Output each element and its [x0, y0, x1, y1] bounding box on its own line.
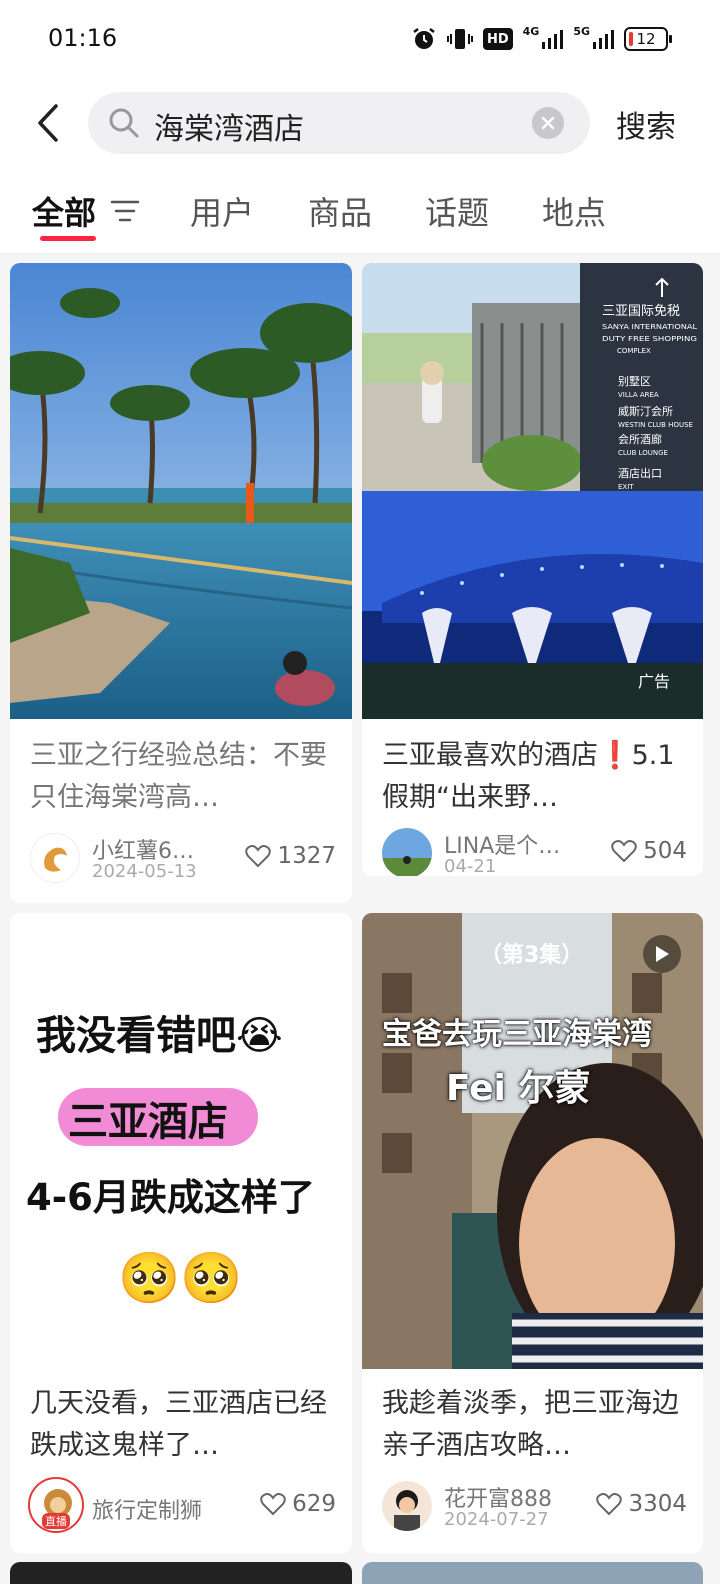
tab-topics[interactable]: 话题 — [425, 188, 489, 234]
play-icon[interactable] — [643, 935, 681, 973]
tab-places[interactable]: 地点 — [542, 188, 606, 234]
like-button[interactable]: 1327 — [245, 843, 336, 869]
avatar[interactable] — [382, 1481, 432, 1531]
clear-search-button[interactable] — [532, 107, 564, 139]
signal-4g-label: 4G — [522, 25, 540, 38]
heart-icon — [260, 1493, 286, 1516]
note-card-peek[interactable] — [10, 1562, 352, 1584]
status-time: 01:16 — [48, 24, 118, 52]
sign-item-en: WESTIN CLUB HOUSE — [618, 421, 693, 429]
back-arrow-icon — [38, 104, 58, 142]
cover-text: （第3集） — [480, 943, 584, 968]
search-button[interactable]: 搜索 — [616, 102, 676, 146]
sign-item: 别墅区 — [618, 375, 651, 388]
search-query: 海棠湾酒店 — [154, 112, 304, 147]
like-button[interactable]: 629 — [260, 1491, 336, 1517]
battery-level: 12 — [636, 30, 656, 48]
sign-item-en: EXIT — [618, 483, 634, 491]
signal-4g-icon: 4G — [523, 25, 564, 53]
active-tab-indicator — [40, 236, 96, 241]
note-meta: 花开富888 2024-07-27 3304 — [382, 1481, 687, 1537]
post-date: 2024-07-27 — [444, 1509, 549, 1530]
author-name[interactable]: 旅行定制狮 — [92, 1493, 222, 1525]
status-bar: 01:16 HD 4G 5G 12 — [0, 0, 720, 80]
like-button[interactable]: 3304 — [596, 1491, 687, 1517]
signal-5g-icon: 5G — [573, 25, 614, 53]
note-meta: 小红薯6… 2024-05-13 1327 — [30, 833, 336, 889]
cover-text: 4-6月跌成这样了 — [26, 1176, 315, 1219]
tab-users[interactable]: 用户 — [190, 188, 254, 234]
sign-item: 酒店出口 — [618, 466, 662, 480]
note-card[interactable]: （第3集） 宝爸去玩三亚海棠湾 Fei 尔蒙 我趁着淡季，把三亚海边亲子酒店攻略… — [362, 913, 703, 1553]
heart-icon — [596, 1493, 623, 1516]
note-meta: LINA是个… 04-21 504 — [382, 828, 687, 876]
svg-text:COMPLEX: COMPLEX — [617, 347, 651, 355]
status-icons: HD 4G 5G 12 — [411, 24, 672, 54]
like-count: 3304 — [628, 1491, 687, 1517]
signal-5g-label: 5G — [573, 25, 590, 38]
cover-text: Fei 尔蒙 — [446, 1068, 591, 1109]
note-title: 三亚最喜欢的酒店❗️5.1假期“出来野… — [382, 740, 675, 813]
heart-icon — [245, 845, 272, 868]
back-button[interactable] — [28, 100, 68, 146]
ad-label: 广告 — [638, 672, 670, 691]
avatar[interactable]: 直播 — [28, 1477, 84, 1533]
battery-icon: 12 — [624, 27, 672, 51]
vibrate-icon — [446, 25, 473, 53]
sign-item: 威斯汀会所 — [618, 405, 673, 418]
cover-text: 我没看错吧😭 — [36, 1013, 283, 1059]
post-date: 04-21 — [444, 856, 497, 876]
note-cover-image: 三亚国际免税 SANYA INTERNATIONAL DUTY FREE SHO… — [362, 263, 703, 719]
note-cover-image — [10, 263, 352, 719]
svg-text:DUTY FREE SHOPPING: DUTY FREE SHOPPING — [602, 335, 697, 343]
note-title: 几天没看，三亚酒店已经跌成这鬼样了… — [30, 1388, 327, 1461]
like-count: 504 — [643, 838, 687, 864]
sign-title: 三亚国际免税 — [602, 304, 680, 319]
note-title: 三亚之行经验总结：不要只住海棠湾高… — [30, 740, 327, 813]
note-title: 我趁着淡季，把三亚海边亲子酒店攻略… — [382, 1388, 679, 1461]
avatar[interactable] — [382, 828, 432, 876]
cover-text: 三亚酒店 — [68, 1099, 228, 1145]
tab-products[interactable]: 商品 — [308, 188, 372, 234]
note-card[interactable]: 我没看错吧😭 三亚酒店 4-6月跌成这样了 🥺🥺 几天没看，三亚酒店已经跌成这鬼… — [10, 913, 352, 1553]
avatar[interactable] — [30, 833, 80, 883]
sign-item-en: CLUB LOUNGE — [618, 449, 668, 457]
like-button[interactable]: 504 — [611, 838, 687, 864]
post-date: 2024-05-13 — [92, 861, 197, 882]
svg-text:SANYA INTERNATIONAL: SANYA INTERNATIONAL — [602, 323, 697, 331]
filter-icon[interactable] — [110, 198, 140, 224]
sign-item-en: VILLA AREA — [618, 391, 659, 399]
close-icon — [541, 116, 555, 130]
sign-item: 会所酒廊 — [618, 432, 662, 446]
alarm-icon — [411, 25, 437, 53]
search-icon — [109, 108, 139, 138]
note-card[interactable]: 三亚之行经验总结：不要只住海棠湾高… 小红薯6… 2024-05-13 1327 — [10, 263, 352, 903]
tab-all[interactable]: 全部 — [32, 188, 96, 234]
live-badge: 直播 — [42, 1513, 70, 1529]
hd-icon: HD — [482, 28, 513, 50]
note-cover-image: 我没看错吧😭 三亚酒店 4-6月跌成这样了 🥺🥺 — [10, 913, 352, 1369]
like-count: 1327 — [277, 843, 336, 869]
search-input[interactable]: 海棠湾酒店 — [88, 92, 590, 154]
like-count: 629 — [292, 1491, 336, 1517]
cover-text: 🥺🥺 — [118, 1249, 243, 1307]
next-row-peek — [0, 1562, 720, 1584]
heart-icon — [611, 840, 637, 863]
note-card-peek[interactable] — [362, 1562, 703, 1584]
tab-bar: 全部 用户 商品 话题 地点 — [0, 170, 720, 254]
note-cover-image: （第3集） 宝爸去玩三亚海棠湾 Fei 尔蒙 — [362, 913, 703, 1369]
cover-text: 宝爸去玩三亚海棠湾 — [382, 1017, 652, 1052]
note-card[interactable]: 三亚国际免税 SANYA INTERNATIONAL DUTY FREE SHO… — [362, 263, 703, 876]
note-meta: 直播 旅行定制狮 629 — [28, 1477, 336, 1537]
search-header: 海棠湾酒店 搜索 — [0, 80, 720, 170]
